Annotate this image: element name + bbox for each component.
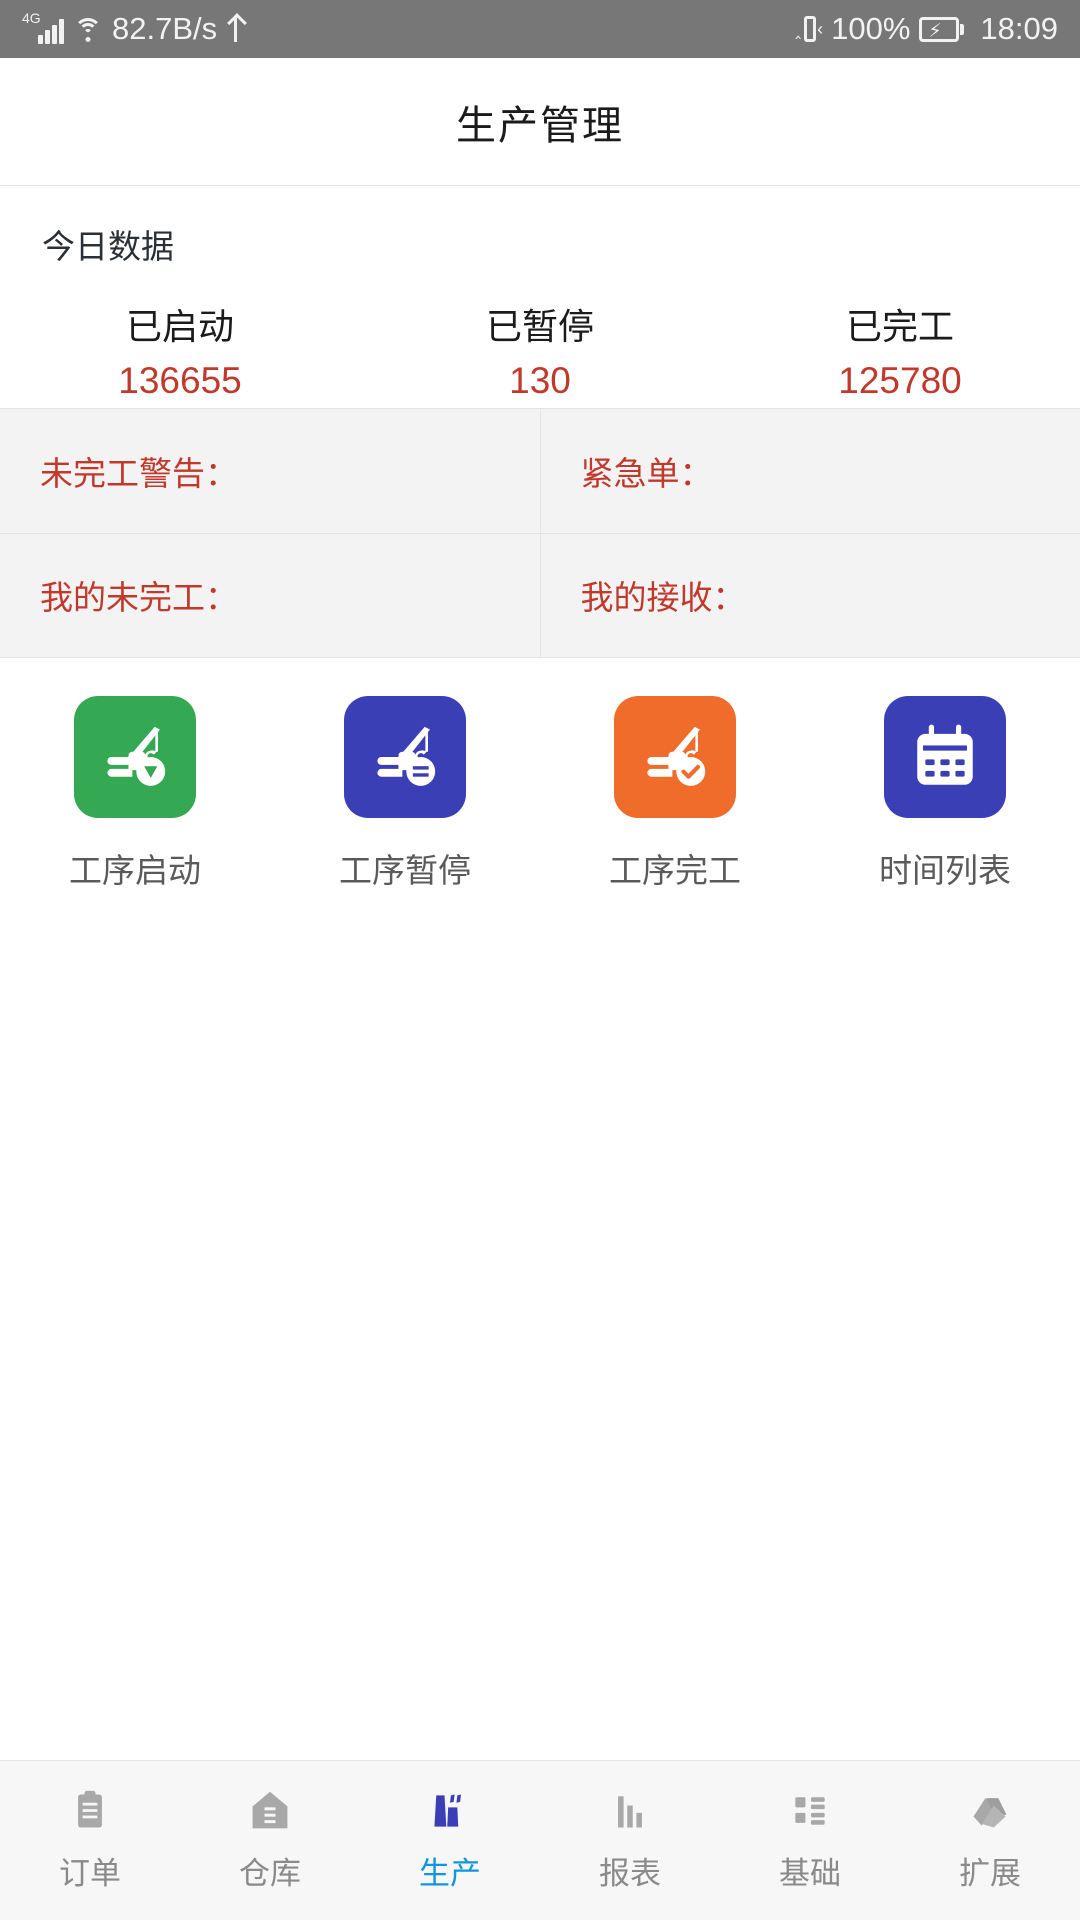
stat-label: 已完工 — [845, 306, 954, 347]
crane-play-icon — [74, 696, 196, 818]
bottom-navigation: 订单 仓库 生产 报表 基础 扩展 — [0, 1760, 1080, 1920]
signal-icon: 4G — [22, 10, 64, 44]
usb-icon — [226, 14, 246, 44]
shortcuts-grid: 工序启动 工序暂停 工序完工 时间列表 — [0, 658, 1080, 908]
today-section-title: 今日数据 — [42, 228, 174, 265]
shortcut-time-list[interactable]: 时间列表 — [810, 696, 1080, 908]
nav-item-label: 订单 — [59, 1856, 121, 1891]
bar-chart-icon — [607, 1788, 653, 1834]
shortcut-label: 工序暂停 — [339, 852, 471, 889]
app-root: 4G 82.7B/s ‸ ‹ 100% ⚡ 18:09 生产管理 今日数据 已启… — [0, 0, 1080, 1920]
warning-cell-my-received[interactable]: 我的接收： — [539, 533, 1080, 657]
nav-item-reports[interactable]: 报表 — [540, 1788, 720, 1893]
nav-item-label: 仓库 — [239, 1856, 301, 1891]
stat-completed[interactable]: 已完工 125780 — [720, 298, 1080, 402]
stat-label: 已启动 — [125, 306, 234, 347]
warning-cell-unfinished[interactable]: 未完工警告： — [0, 409, 540, 533]
wifi-icon — [73, 16, 103, 42]
layers-icon — [967, 1788, 1013, 1834]
nav-item-label: 生产 — [419, 1856, 481, 1891]
nav-item-orders[interactable]: 订单 — [0, 1788, 180, 1893]
nav-item-warehouse[interactable]: 仓库 — [180, 1788, 360, 1893]
stat-value: 125780 — [838, 360, 962, 401]
stat-started[interactable]: 已启动 136655 — [0, 298, 360, 402]
nav-item-label: 报表 — [599, 1856, 661, 1891]
warning-label: 我的接收： — [580, 579, 746, 617]
battery-charging-icon: ⚡ — [919, 15, 965, 43]
grid-list-icon — [787, 1788, 833, 1834]
shortcut-process-start[interactable]: 工序启动 — [0, 696, 270, 908]
network-type-label: 4G — [22, 10, 41, 26]
stat-value: 136655 — [118, 360, 242, 401]
warning-label: 未完工警告： — [40, 454, 238, 492]
status-bar-right: ‸ ‹ 100% ⚡ 18:09 — [795, 11, 1058, 47]
clipboard-icon — [67, 1788, 113, 1834]
stat-paused[interactable]: 已暂停 130 — [360, 298, 720, 402]
today-stats-row: 已启动 136655 已暂停 130 已完工 125780 — [0, 298, 1080, 402]
network-speed-label: 82.7B/s — [112, 11, 218, 46]
calendar-icon — [884, 696, 1006, 818]
today-data-section: 今日数据 已启动 136655 已暂停 130 已完工 125780 — [0, 186, 1080, 408]
page-header: 生产管理 — [0, 58, 1080, 186]
page-title: 生产管理 — [456, 103, 624, 148]
nav-item-label: 扩展 — [959, 1856, 1021, 1891]
status-bar-left: 4G 82.7B/s — [22, 10, 246, 47]
nav-item-basic[interactable]: 基础 — [720, 1788, 900, 1893]
nav-item-extensions[interactable]: 扩展 — [900, 1788, 1080, 1893]
stat-value: 130 — [509, 360, 571, 401]
warning-cell-my-unfinished[interactable]: 我的未完工： — [0, 534, 540, 658]
warnings-grid: 未完工警告： 紧急单： 我的未完工： 我的接收： — [0, 408, 1080, 658]
content-empty-area — [0, 908, 1080, 1760]
clock-label: 18:09 — [980, 11, 1058, 46]
warnings-row: 未完工警告： 紧急单： — [0, 409, 1080, 533]
battery-percent-label: 100% — [831, 11, 911, 46]
crane-pause-icon — [344, 696, 466, 818]
shortcut-label: 时间列表 — [879, 852, 1011, 889]
nav-item-production[interactable]: 生产 — [360, 1788, 540, 1893]
warnings-row: 我的未完工： 我的接收： — [0, 532, 1080, 658]
warning-label: 我的未完工： — [40, 579, 238, 617]
factory-icon — [427, 1788, 473, 1834]
shortcut-process-pause[interactable]: 工序暂停 — [270, 696, 540, 908]
nav-item-label: 基础 — [779, 1856, 841, 1891]
warehouse-icon — [247, 1788, 293, 1834]
status-bar: 4G 82.7B/s ‸ ‹ 100% ⚡ 18:09 — [0, 0, 1080, 58]
shortcut-label: 工序完工 — [609, 852, 741, 889]
shortcut-label: 工序启动 — [69, 852, 201, 889]
stat-label: 已暂停 — [485, 306, 594, 347]
warning-cell-urgent-order[interactable]: 紧急单： — [539, 409, 1080, 533]
warning-label: 紧急单： — [580, 454, 713, 492]
shortcut-process-complete[interactable]: 工序完工 — [540, 696, 810, 908]
crane-check-icon — [614, 696, 736, 818]
vibrate-icon: ‸ ‹ — [795, 13, 823, 45]
